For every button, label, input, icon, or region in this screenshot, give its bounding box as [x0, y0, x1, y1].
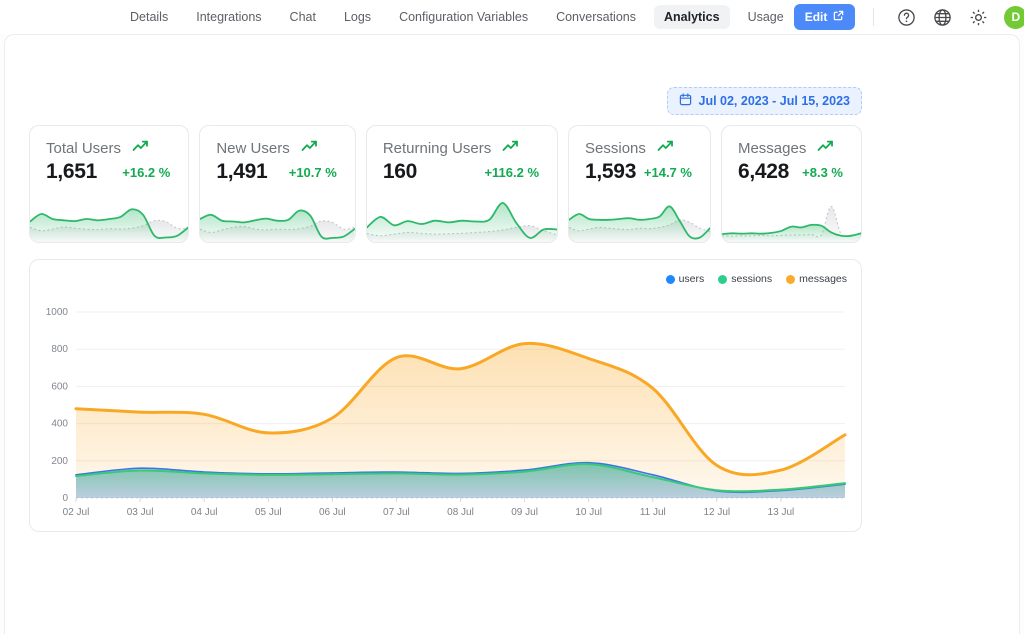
svg-text:600: 600 [51, 381, 68, 392]
svg-text:12 Jul: 12 Jul [703, 507, 730, 518]
trend-up-icon [817, 139, 834, 157]
stat-card-returning-users: Returning Users 160 +116.2 % [366, 125, 558, 243]
stat-card-sessions: Sessions 1,593 +14.7 % [568, 125, 711, 243]
date-row: Jul 02, 2023 - Jul 15, 2023 [29, 87, 862, 115]
main-chart-card: userssessionsmessages 020040060080010000… [29, 259, 862, 532]
svg-text:0: 0 [62, 493, 68, 504]
svg-text:200: 200 [51, 456, 68, 467]
topbar-divider [873, 8, 874, 26]
stat-card-value: 6,428 [738, 160, 789, 184]
nav-tabs: Details Integrations Chat Logs Configuration… [120, 5, 794, 29]
stat-card-text: Sessions 1,593 +14.7 % [569, 126, 710, 184]
date-range-label: Jul 02, 2023 - Jul 15, 2023 [699, 94, 851, 108]
stat-card-value: 1,651 [46, 160, 97, 184]
svg-text:11 Jul: 11 Jul [640, 507, 666, 518]
legend-dot-messages [786, 275, 795, 284]
trend-up-icon [301, 139, 318, 157]
topbar: Details Integrations Chat Logs Configuration… [0, 0, 1024, 34]
tab-analytics[interactable]: Analytics [654, 5, 730, 29]
stat-card-value: 1,491 [216, 160, 267, 184]
svg-text:09 Jul: 09 Jul [511, 507, 538, 518]
svg-text:800: 800 [51, 344, 68, 355]
stat-card-delta: +116.2 % [484, 165, 539, 180]
date-range-picker[interactable]: Jul 02, 2023 - Jul 15, 2023 [667, 87, 863, 115]
svg-text:07 Jul: 07 Jul [383, 507, 410, 518]
gear-icon[interactable] [964, 3, 992, 31]
legend-dot-users [666, 275, 675, 284]
stat-card-total-users: Total Users 1,651 +16.2 % [29, 125, 189, 243]
tab-configuration-variables[interactable]: Configuration Variables [389, 5, 538, 29]
trend-up-icon [502, 139, 519, 157]
legend-messages[interactable]: messages [786, 273, 847, 285]
svg-text:02 Jul: 02 Jul [63, 507, 90, 518]
legend-users[interactable]: users [666, 273, 705, 285]
svg-text:05 Jul: 05 Jul [255, 507, 282, 518]
stat-card-label: New Users [216, 140, 289, 157]
stat-card-label: Total Users [46, 140, 121, 157]
stat-card-delta: +10.7 % [289, 165, 337, 180]
tab-chat[interactable]: Chat [280, 5, 326, 29]
svg-text:08 Jul: 08 Jul [447, 507, 474, 518]
avatar[interactable]: D [1004, 6, 1024, 29]
analytics-container: Jul 02, 2023 - Jul 15, 2023 Total Users … [29, 87, 862, 532]
sparkline-new-users [200, 194, 354, 242]
stat-card-value: 1,593 [585, 160, 636, 184]
stat-card-delta: +8.3 % [802, 165, 843, 180]
stat-card-label: Messages [738, 140, 806, 157]
stat-card-value: 160 [383, 160, 417, 184]
tab-integrations[interactable]: Integrations [186, 5, 271, 29]
sparkline-sessions [569, 194, 710, 242]
external-link-icon [833, 10, 844, 24]
chart-legend: users sessions messages [666, 273, 847, 285]
stat-card-new-users: New Users 1,491 +10.7 % [199, 125, 355, 243]
topbar-actions: Edit [794, 3, 1024, 31]
svg-text:10 Jul: 10 Jul [575, 507, 602, 518]
stat-card-text: Messages 6,428 +8.3 % [722, 126, 861, 184]
sparkline-messages [722, 194, 861, 242]
stat-card-label: Returning Users [383, 140, 491, 157]
globe-icon[interactable] [928, 3, 956, 31]
legend-sessions[interactable]: sessions [718, 273, 772, 285]
trend-up-icon [132, 139, 149, 157]
trend-up-icon [657, 139, 674, 157]
calendar-icon [679, 93, 692, 109]
stat-card-text: Total Users 1,651 +16.2 % [30, 126, 188, 184]
tab-details[interactable]: Details [120, 5, 178, 29]
stat-cards-row: Total Users 1,651 +16.2 % New Users [29, 125, 862, 243]
sparkline-returning-users [367, 194, 557, 242]
stat-card-label: Sessions [585, 140, 646, 157]
sparkline-total-users [30, 194, 188, 242]
tab-logs[interactable]: Logs [334, 5, 381, 29]
legend-dot-sessions [718, 275, 727, 284]
stat-card-messages: Messages 6,428 +8.3 % [721, 125, 862, 243]
edit-button-label: Edit [805, 10, 828, 24]
stat-card-delta: +14.7 % [644, 165, 692, 180]
stat-card-text: New Users 1,491 +10.7 % [200, 126, 354, 184]
main-chart: 0 200 400 600 800 1000 02 Jul 03 Jul 04 Jul 05 Ju… [30, 260, 861, 531]
stat-card-delta: +16.2 % [122, 165, 170, 180]
tab-conversations[interactable]: Conversations [546, 5, 646, 29]
stat-card-text: Returning Users 160 +116.2 % [367, 126, 557, 184]
svg-text:06 Jul: 06 Jul [319, 507, 346, 518]
tab-usage[interactable]: Usage [738, 5, 794, 29]
svg-text:400: 400 [51, 419, 68, 430]
help-icon[interactable] [892, 3, 920, 31]
edit-button[interactable]: Edit [794, 4, 856, 30]
svg-text:1000: 1000 [46, 307, 69, 318]
svg-text:13 Jul: 13 Jul [768, 507, 795, 518]
svg-text:04 Jul: 04 Jul [191, 507, 218, 518]
content-panel: Jul 02, 2023 - Jul 15, 2023 Total Users … [4, 34, 1020, 634]
svg-text:03 Jul: 03 Jul [127, 507, 154, 518]
